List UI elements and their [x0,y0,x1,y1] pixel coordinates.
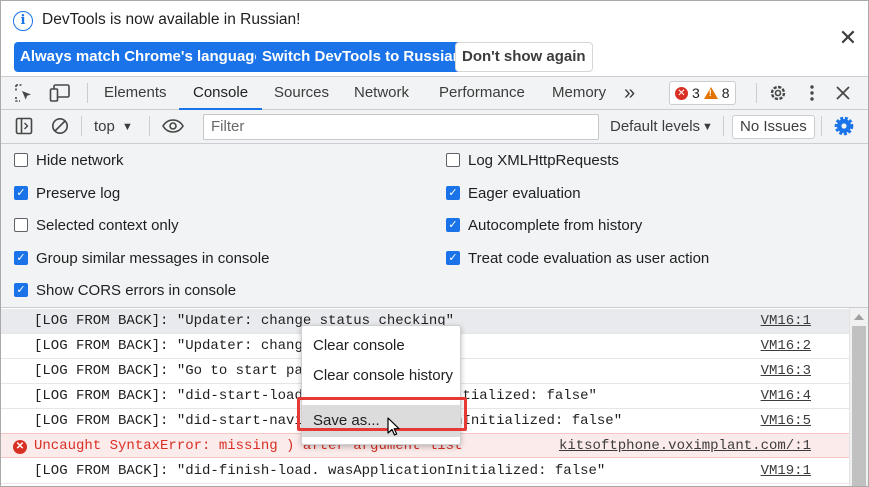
toolbar-divider [81,116,82,136]
tab-network[interactable]: Network [354,77,409,109]
checkbox-checked-icon: ✓ [446,186,460,200]
info-icon: i [13,11,33,31]
log-message: [LOG FROM BACK]: "did-finish-load. wasAp… [34,463,606,479]
vertical-scrollbar[interactable] [849,308,868,486]
close-icon[interactable]: ✕ [837,27,859,49]
error-icon: ✕ [675,86,688,100]
console-settings-pane: Hide network ✓ Preserve log Selected con… [1,144,868,308]
log-source-link[interactable]: VM19:1 [761,459,811,484]
tab-console[interactable]: Console [178,77,263,110]
group-similar-checkbox[interactable]: ✓ Group similar messages in console [14,248,269,268]
show-cors-errors-checkbox[interactable]: ✓ Show CORS errors in console [14,280,236,300]
toolbar-divider [149,116,150,136]
console-settings-gear-icon[interactable] [830,110,858,142]
log-source-link[interactable]: VM16:2 [761,334,811,359]
warning-count: 8 [721,85,730,101]
close-devtools-icon[interactable] [829,77,857,109]
checkbox-checked-icon: ✓ [14,186,28,200]
log-message: [LOG FROM BACK]: "Updater: change [34,338,312,354]
tab-sources[interactable]: Sources [274,77,329,109]
console-toolbar: top ▼ Filter Default levels ▼ No Issues [1,110,868,144]
devtools-window: i DevTools is now available in Russian! … [0,0,869,487]
issues-button[interactable]: No Issues [732,115,815,139]
toolbar-divider [723,116,724,136]
chevron-down-icon[interactable]: ▼ [702,110,713,144]
chevron-down-icon[interactable]: ▼ [122,110,133,144]
switch-to-russian-button[interactable]: Switch DevTools to Russian [256,42,468,72]
setting-label: Show CORS errors in console [36,281,237,299]
setting-label: Log XMLHttpRequests [468,151,619,169]
checkbox-unchecked-icon [446,153,460,167]
language-infobar: i DevTools is now available in Russian! … [1,1,868,76]
tab-performance[interactable]: Performance [439,77,525,109]
hide-network-checkbox[interactable]: Hide network [14,150,124,170]
more-tabs-icon[interactable]: » [624,77,635,109]
log-source-link[interactable]: VM16:5 [761,409,811,434]
toolbar-divider [87,83,88,103]
treat-code-evaluation-checkbox[interactable]: ✓ Treat code evaluation as user action [446,248,709,268]
sidebar-toggle-icon[interactable] [10,110,38,142]
clear-console-menu-item[interactable]: Clear console [302,331,460,361]
error-source-link[interactable]: kitsoftphone.voximplant.com/:1 [559,434,811,459]
eye-icon[interactable] [158,110,188,142]
highlight-annotation-box [297,397,467,431]
log-message: [LOG FROM BACK]: "Go to start pag [34,363,312,379]
checkbox-unchecked-icon [14,153,28,167]
checkbox-unchecked-icon [14,218,28,232]
main-toolbar: Elements Console Sources Network Perform… [1,76,868,110]
checkbox-checked-icon: ✓ [14,283,28,297]
log-source-link[interactable]: VM16:1 [761,309,811,334]
autocomplete-from-history-checkbox[interactable]: ✓ Autocomplete from history [446,215,642,235]
scrollbar-thumb[interactable] [852,326,866,486]
toolbar-divider [756,83,757,103]
preserve-log-checkbox[interactable]: ✓ Preserve log [14,183,120,203]
setting-label: Group similar messages in console [36,249,270,267]
gear-icon[interactable] [764,77,792,109]
checkbox-checked-icon: ✓ [446,218,460,232]
setting-label: Hide network [36,151,124,169]
inspect-element-icon[interactable] [10,77,38,109]
toolbar-divider [821,116,822,136]
issue-counters[interactable]: ✕ 3 ! 8 [669,81,736,105]
log-source-link[interactable]: VM16:3 [761,359,811,384]
tab-elements[interactable]: Elements [104,77,167,109]
selected-context-only-checkbox[interactable]: Selected context only [14,215,179,235]
device-toolbar-icon[interactable] [46,77,74,109]
eager-evaluation-checkbox[interactable]: ✓ Eager evaluation [446,183,581,203]
checkbox-checked-icon: ✓ [446,251,460,265]
clear-console-history-menu-item[interactable]: Clear console history [302,361,460,391]
warning-icon: ! [703,87,718,99]
setting-label: Eager evaluation [468,184,581,202]
infobar-message: DevTools is now available in Russian! [42,11,301,28]
log-row[interactable]: [LOG FROM BACK]: "did-finish-load. wasAp… [1,459,849,484]
setting-label: Preserve log [36,184,121,202]
setting-label: Treat code evaluation as user action [468,249,710,267]
kebab-menu-icon[interactable] [798,77,826,109]
checkbox-checked-icon: ✓ [14,251,28,265]
scroll-up-arrow-icon[interactable] [854,314,864,320]
always-match-language-button[interactable]: Always match Chrome's language [14,42,269,72]
dont-show-again-button[interactable]: Don't show again [455,42,593,72]
error-icon: ✕ [13,440,27,454]
mouse-cursor-icon [387,417,401,440]
error-count: 3 [692,85,700,101]
tab-memory[interactable]: Memory [552,77,606,109]
filter-input[interactable]: Filter [203,114,599,140]
setting-label: Autocomplete from history [468,216,643,234]
log-source-link[interactable]: VM16:4 [761,384,811,409]
log-levels-dropdown[interactable]: Default levels [610,110,700,144]
setting-label: Selected context only [36,216,179,234]
clear-console-icon[interactable] [46,110,74,142]
log-xmlhttprequests-checkbox[interactable]: Log XMLHttpRequests [446,150,619,170]
context-selector[interactable]: top [94,110,115,144]
